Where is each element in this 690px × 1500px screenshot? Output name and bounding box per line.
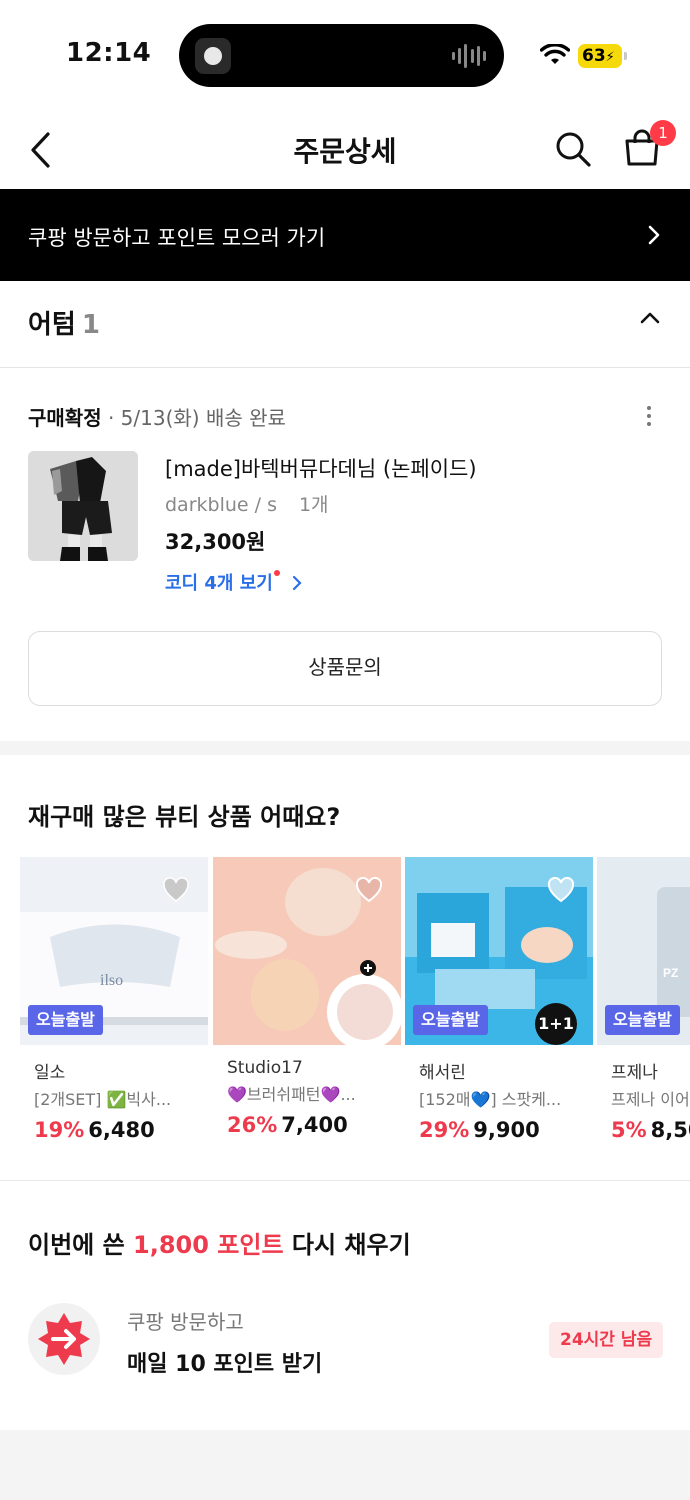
card-brand: Studio17	[227, 1058, 303, 1078]
cart-count-badge: 1	[650, 120, 676, 146]
card-price-value: 9,900	[473, 1118, 540, 1142]
heart-icon[interactable]	[355, 877, 383, 903]
one-plus-one-badge: 1+1	[535, 1003, 577, 1045]
heart-icon[interactable]	[547, 877, 575, 903]
shop-section-header[interactable]: 어텀 1	[0, 282, 690, 368]
card-discount: 29%	[419, 1118, 470, 1142]
codi-link[interactable]: 코디 4개 보기	[165, 569, 302, 595]
plus-icon	[360, 960, 376, 976]
arrow-circle-icon	[28, 1303, 100, 1375]
points-subtitle: 쿠팡 방문하고	[127, 1310, 244, 1334]
product-thumbnail[interactable]	[28, 451, 138, 561]
card-brand: 해서린	[419, 1063, 466, 1083]
points-title-prefix: 이번에 쓴	[28, 1231, 134, 1259]
page-header: 주문상세	[0, 110, 690, 188]
heart-icon[interactable]	[162, 877, 190, 903]
order-status-detail: · 5/13(화) 배송 완료	[101, 406, 286, 430]
status-time: 12:14	[66, 38, 152, 68]
order-status-label: 구매확정	[28, 406, 102, 430]
product-option: darkblue / s 1개	[165, 490, 329, 517]
card-brand: 일소	[34, 1063, 66, 1083]
dynamic-island	[179, 24, 504, 87]
product-image: ilso 오늘출발	[20, 857, 208, 1045]
today-ship-tag: 오늘출발	[605, 1005, 680, 1035]
points-title-highlight: 1,800 포인트	[133, 1231, 284, 1259]
points-title-suffix: 다시 채우기	[283, 1231, 411, 1259]
status-bar: 12:14 63⚡	[0, 0, 690, 110]
shop-name-row: 어텀 1	[28, 304, 100, 341]
svg-text:PZ: PZ	[663, 966, 678, 980]
shop-item-count: 1	[81, 310, 100, 340]
banner-text: 쿠팡 방문하고 포인트 모으러 가기	[28, 226, 326, 250]
card-desc: [2개SET] ✅빅사...	[34, 1090, 172, 1109]
card-price: 19% 6,480	[20, 1118, 208, 1142]
visit-points-banner[interactable]: 쿠팡 방문하고 포인트 모으러 가기	[0, 189, 690, 281]
recommend-carousel[interactable]: ilso 오늘출발 일소 [2개SET] ✅빅사... 19% 6,480 St…	[20, 857, 690, 1147]
product-card[interactable]: ilso 오늘출발 일소 [2개SET] ✅빅사... 19% 6,480	[20, 857, 208, 1142]
card-desc: [152매💙] 스팟케...	[419, 1090, 562, 1109]
card-brand: 프제나	[611, 1063, 658, 1083]
product-quantity: 1개	[298, 494, 329, 516]
codi-link-label: 코디 4개 보기	[165, 573, 273, 594]
more-options-icon[interactable]	[640, 403, 658, 431]
shop-name: 어텀	[28, 310, 76, 340]
card-desc: 프제나 이어	[611, 1090, 690, 1109]
svg-text:ilso: ilso	[100, 972, 123, 989]
card-price-value: 8,50	[650, 1118, 690, 1142]
card-price: 29% 9,900	[405, 1118, 593, 1142]
new-dot-icon	[273, 570, 280, 576]
product-inquiry-button[interactable]: 상품문의	[28, 631, 662, 706]
card-discount: 19%	[34, 1118, 85, 1142]
product-image: PZ 오늘출발	[597, 857, 690, 1045]
chevron-right-icon	[293, 575, 302, 591]
card-price: 5%8,50	[597, 1118, 690, 1142]
product-image: 오늘출발 1+1	[405, 857, 593, 1045]
product-card[interactable]: 오늘출발 1+1 해서린 [152매💙] 스팟케... 29% 9,900	[405, 857, 593, 1142]
battery-level: 63	[582, 46, 606, 66]
points-main-text[interactable]: 매일 10 포인트 받기	[127, 1346, 322, 1378]
product-price: 32,300원	[165, 530, 266, 554]
today-ship-tag: 오늘출발	[413, 1005, 488, 1035]
chevron-right-icon	[648, 225, 660, 245]
time-left-badge: 24시간 남음	[549, 1322, 664, 1358]
order-status: 구매확정 · 5/13(화) 배송 완료	[28, 402, 286, 431]
audio-wave-icon	[452, 42, 486, 70]
product-card[interactable]: PZ 오늘출발 프제나 프제나 이어 5%8,50	[597, 857, 690, 1142]
wifi-icon	[540, 44, 570, 64]
section-divider	[0, 1430, 690, 1500]
recommend-title: 재구매 많은 뷰티 상품 어때요?	[28, 803, 341, 831]
section-divider	[0, 741, 690, 755]
card-price-value: 6,480	[88, 1118, 155, 1142]
section-divider	[0, 1180, 690, 1181]
card-desc: 💜브러쉬패턴💜...	[227, 1085, 356, 1104]
today-ship-tag: 오늘출발	[28, 1005, 103, 1035]
chevron-up-icon[interactable]	[640, 312, 660, 324]
card-discount: 5%	[611, 1118, 647, 1142]
card-price-value: 7,400	[281, 1113, 348, 1137]
card-discount: 26%	[227, 1113, 278, 1137]
search-icon[interactable]	[554, 130, 592, 168]
live-activity-app-icon	[195, 38, 231, 74]
battery-indicator: 63⚡	[578, 44, 627, 68]
product-image	[213, 857, 401, 1045]
product-name[interactable]: [made]바텍버뮤다데님 (논페이드)	[165, 453, 477, 483]
points-refill-title: 이번에 쓴 1,800 포인트 다시 채우기	[28, 1225, 411, 1260]
charging-icon: ⚡	[605, 50, 615, 65]
product-card[interactable]: Studio17 💜브러쉬패턴💜... 26% 7,400	[213, 857, 401, 1137]
card-price: 26% 7,400	[213, 1113, 401, 1137]
product-option-value: darkblue / s	[165, 494, 277, 516]
